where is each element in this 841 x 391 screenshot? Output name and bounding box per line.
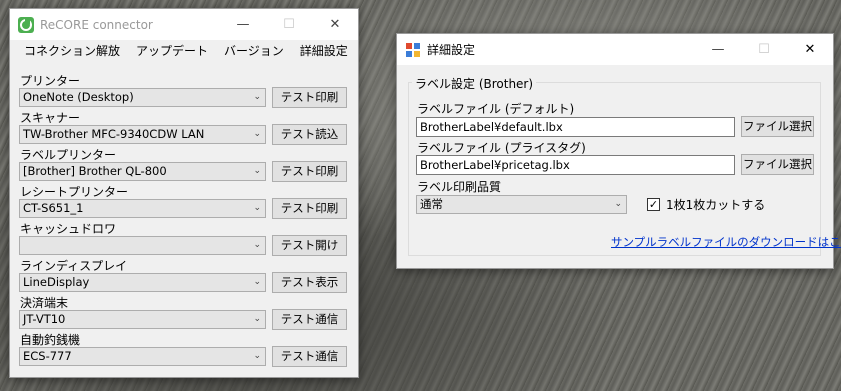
minimize-icon: — [236,17,250,32]
label-settings-group-title: ラベル設定 (Brother) [412,75,537,92]
close-button[interactable]: ✕ [312,9,358,40]
minimize-button[interactable]: — [220,9,266,40]
label-printer-label: ラベルプリンター [20,148,117,162]
maximize-button: ☐ [266,9,312,40]
close-button[interactable]: ✕ [787,34,833,65]
scanner-label: スキャナー [20,111,81,125]
maximize-button: ☐ [741,34,787,65]
receipt-printer-label: レシートプリンター [20,185,129,199]
default-file-label: ラベルファイル (デフォルト) [417,102,575,116]
sample-download-link[interactable]: サンプルラベルファイルのダウンロードはこちら [611,234,841,250]
settings-titlebar[interactable]: 詳細設定 — ☐ ✕ [397,34,833,65]
chevron-down-icon: ⌄ [253,240,261,250]
payment-terminal-value: JT-VT10 [23,312,66,326]
settings-window: 詳細設定 — ☐ ✕ ラベル設定 (Brother) ラベルファイル (デフォル… [396,33,841,269]
menu-version[interactable]: バージョン [216,40,292,62]
change-machine-select[interactable]: ECS-777 ⌄ [19,347,266,366]
menu-update[interactable]: アップデート [128,40,216,62]
menu-release-connection[interactable]: コネクション解放 [16,40,128,62]
printer-test-button[interactable]: テスト印刷 [272,87,347,108]
settings-window-title: 詳細設定 [427,43,476,57]
printer-value: OneNote (Desktop) [23,90,134,104]
scanner-value: TW-Brother MFC-9340CDW LAN [23,127,205,141]
price-file-input[interactable]: BrotherLabel¥pricetag.lbx [416,155,735,175]
check-icon: ✓ [648,198,659,211]
main-window: ReCORE connector — ☐ ✕ コネクション解放 アップデート バ… [9,8,359,378]
close-icon: ✕ [329,17,341,32]
change-machine-test-button[interactable]: テスト通信 [272,346,347,367]
price-file-label: ラベルファイル (プライスタグ) [417,141,586,155]
chevron-down-icon: ⌄ [253,351,261,361]
scanner-test-button[interactable]: テスト読込 [272,124,347,145]
line-display-label: ラインディスプレイ [20,259,128,273]
minimize-icon: — [711,42,725,57]
chevron-down-icon: ⌄ [614,199,622,209]
cash-drawer-test-button[interactable]: テスト開け [272,235,347,256]
label-printer-select[interactable]: [Brother] Brother QL-800 ⌄ [19,162,266,181]
label-printer-value: [Brother] Brother QL-800 [23,164,167,178]
cash-drawer-select[interactable]: ⌄ [19,236,266,255]
default-file-select-button[interactable]: ファイル選択 [741,116,814,137]
receipt-printer-value: CT-S651_1 [23,201,84,215]
payment-terminal-select[interactable]: JT-VT10 ⌄ [19,310,266,329]
print-quality-select[interactable]: 通常 ⌄ [416,195,627,214]
label-printer-test-button[interactable]: テスト印刷 [272,161,347,182]
cut-each-label: 1枚1枚カットする [666,198,766,212]
payment-terminal-test-button[interactable]: テスト通信 [272,309,347,330]
receipt-printer-select[interactable]: CT-S651_1 ⌄ [19,199,266,218]
price-file-select-button[interactable]: ファイル選択 [741,154,814,175]
settings-app-icon [406,42,420,57]
recore-app-icon [18,16,34,33]
line-display-select[interactable]: LineDisplay ⌄ [19,273,266,292]
cut-each-checkbox[interactable]: ✓ [647,198,660,211]
chevron-down-icon: ⌄ [253,277,261,287]
scanner-select[interactable]: TW-Brother MFC-9340CDW LAN ⌄ [19,125,266,144]
minimize-button[interactable]: — [695,34,741,65]
chevron-down-icon: ⌄ [253,92,261,102]
menu-advanced-settings[interactable]: 詳細設定 [292,40,356,62]
printer-select[interactable]: OneNote (Desktop) ⌄ [19,88,266,107]
default-file-input[interactable]: BrotherLabel¥default.lbx [416,117,735,137]
maximize-icon: ☐ [283,17,295,32]
close-icon: ✕ [804,42,816,57]
main-menubar: コネクション解放 アップデート バージョン 詳細設定 [10,40,358,62]
change-machine-label: 自動釣銭機 [20,333,81,347]
cash-drawer-label: キャッシュドロワ [20,222,117,236]
line-display-test-button[interactable]: テスト表示 [272,272,347,293]
change-machine-value: ECS-777 [23,349,72,363]
main-window-title: ReCORE connector [40,17,153,32]
receipt-printer-test-button[interactable]: テスト印刷 [272,198,347,219]
chevron-down-icon: ⌄ [253,314,261,324]
printer-label: プリンター [20,74,81,88]
chevron-down-icon: ⌄ [253,129,261,139]
chevron-down-icon: ⌄ [253,166,261,176]
print-quality-value: 通常 [420,197,443,211]
chevron-down-icon: ⌄ [253,203,261,213]
main-titlebar[interactable]: ReCORE connector — ☐ ✕ [10,9,358,40]
print-quality-label: ラベル印刷品質 [417,180,502,194]
maximize-icon: ☐ [758,42,770,57]
payment-terminal-label: 決済端末 [20,296,69,310]
line-display-value: LineDisplay [23,275,90,289]
